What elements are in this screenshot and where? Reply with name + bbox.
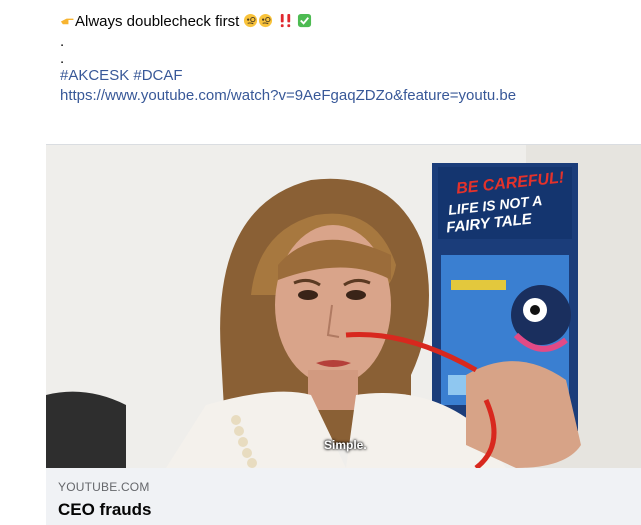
check-mark-button-emoji <box>297 13 311 28</box>
youtube-url-link[interactable]: https://www.youtube.com/watch?v=9AeFgaqZ… <box>60 87 516 104</box>
dot-line-1: . <box>60 33 65 50</box>
thumbnail-illustration <box>46 145 641 468</box>
double-exclamation-emoji <box>280 13 290 28</box>
pointing-right-emoji <box>60 18 74 25</box>
link-title[interactable]: CEO frauds <box>58 500 152 520</box>
hashtag-links[interactable]: #AKCESK #DCAF <box>60 67 183 84</box>
post-line-1: Always doublecheck first <box>60 12 630 32</box>
post-text: Always doublecheck first . . #AKCESK #DC… <box>60 12 630 106</box>
post-text-line: Always doublecheck first <box>75 13 240 30</box>
link-preview-card[interactable]: Simple. BE CAREFUL! LIFE IS NOT A FAIRY … <box>46 144 641 525</box>
link-domain: YOUTUBE.COM <box>58 480 150 494</box>
link-meta[interactable]: YOUTUBE.COM CEO frauds <box>46 468 641 525</box>
monocle-face-emoji <box>259 13 273 28</box>
monocle-face-emoji <box>244 13 258 28</box>
hashtags: #AKCESK #DCAF <box>60 66 630 86</box>
dot-line-2: . <box>60 50 65 67</box>
video-thumbnail[interactable]: Simple. BE CAREFUL! LIFE IS NOT A FAIRY … <box>46 145 641 468</box>
video-caption: Simple. <box>324 438 367 452</box>
url-line: https://www.youtube.com/watch?v=9AeFgaqZ… <box>60 86 630 106</box>
